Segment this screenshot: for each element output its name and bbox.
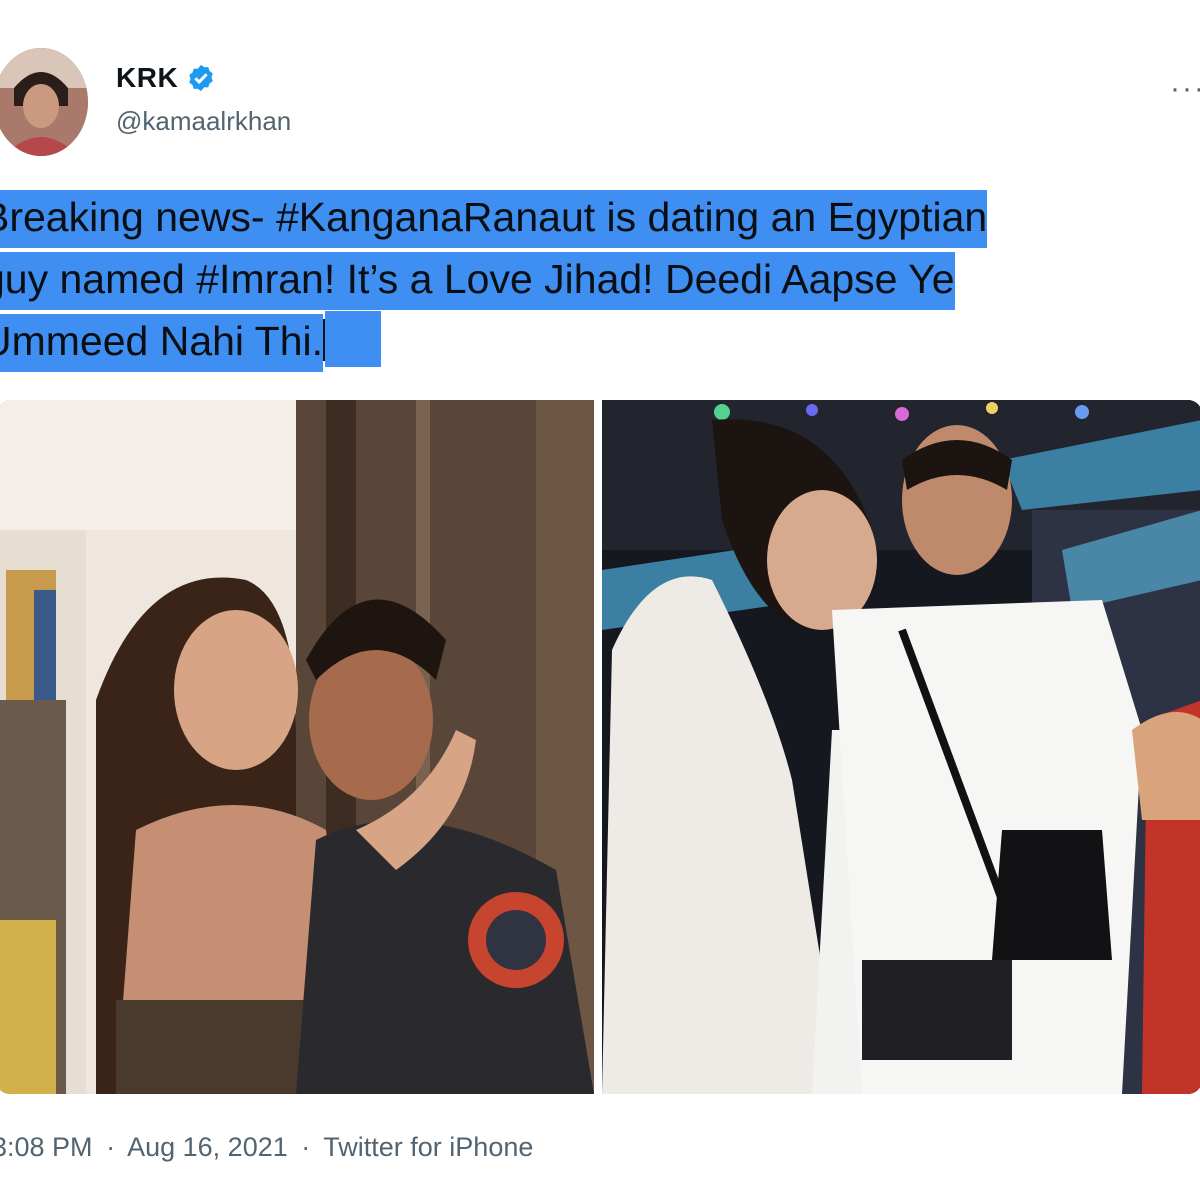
- verified-badge-icon: [189, 64, 213, 92]
- more-options-icon[interactable]: ···: [1170, 72, 1200, 106]
- selected-text: Breaking news- #KanganaRanaut is dating …: [0, 190, 988, 248]
- author-name-row: KRK: [116, 60, 216, 96]
- tweet-source[interactable]: Twitter for iPhone: [323, 1132, 533, 1162]
- selected-text: guy named #Imran! It’s a Love Jihad! Dee…: [0, 252, 955, 310]
- tweet-text-line: guy named #Imran! It’s a Love Jihad! Dee…: [0, 248, 1200, 310]
- tweet-photo-right[interactable]: [602, 400, 1200, 1094]
- tweet-text: Breaking news- #KanganaRanaut is dating …: [0, 186, 1200, 372]
- author-handle[interactable]: @kamaalrkhan: [116, 106, 291, 137]
- tweet-photo-left[interactable]: [0, 400, 594, 1094]
- display-name[interactable]: KRK: [116, 62, 178, 94]
- tweet-time[interactable]: 3:08 PM: [0, 1132, 93, 1162]
- tweet-text-line: Ummeed Nahi Thi.: [0, 310, 1200, 372]
- tweet-card: KRK @kamaalrkhan ··· Breaking news- #Kan…: [0, 0, 1200, 1200]
- profile-avatar[interactable]: [0, 48, 88, 156]
- selected-text: Ummeed Nahi Thi.: [0, 314, 324, 372]
- meta-separator: ·: [106, 1132, 116, 1162]
- meta-separator: ·: [301, 1132, 311, 1162]
- tweet-date[interactable]: Aug 16, 2021: [127, 1132, 288, 1162]
- tweet-metadata: 3:08 PM · Aug 16, 2021 · Twitter for iPh…: [0, 1132, 539, 1163]
- tweet-text-line: Breaking news- #KanganaRanaut is dating …: [0, 186, 1200, 248]
- tweet-media-grid: [0, 400, 1200, 1094]
- selection-end-highlight: [325, 311, 382, 367]
